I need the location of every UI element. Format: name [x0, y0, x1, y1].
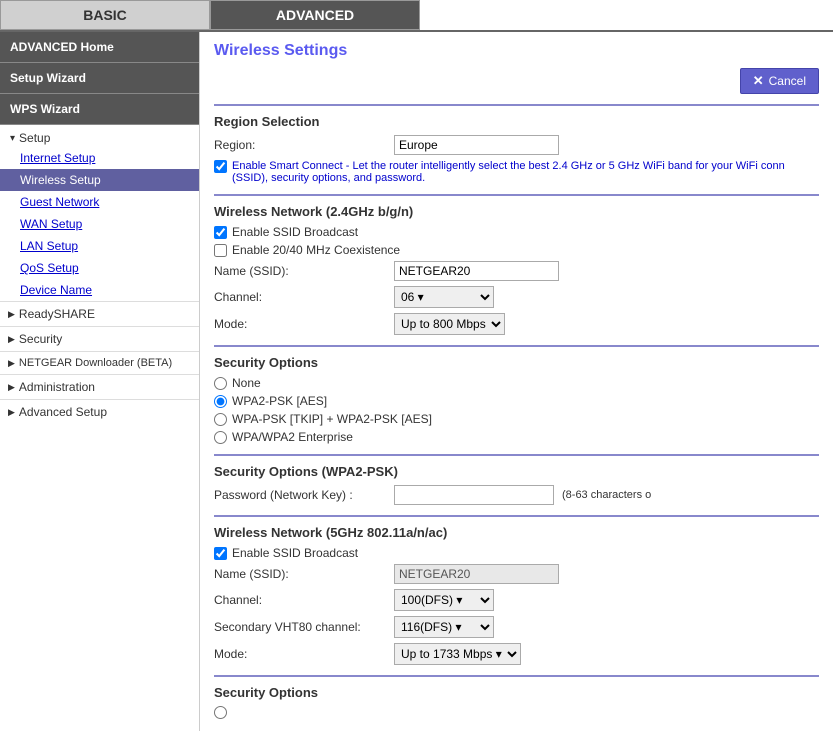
region-divider — [214, 104, 819, 106]
sidebar-setup-wizard[interactable]: Setup Wizard — [0, 63, 199, 94]
ssid-5g-row: Name (SSID): — [214, 564, 819, 584]
security-wpa-tkip-row: WPA-PSK [TKIP] + WPA2-PSK [AES] — [214, 412, 819, 426]
enable-ssid-24-label: Enable SSID Broadcast — [232, 225, 358, 239]
sidebar-group-setup[interactable]: ▾ Setup — [0, 125, 199, 147]
sidebar-group-readyshare[interactable]: ▶ ReadySHARE — [0, 301, 199, 326]
security-enterprise-row: WPA/WPA2 Enterprise — [214, 430, 819, 444]
tab-bar: BASIC ADVANCED — [0, 0, 833, 32]
content-area: Wireless Settings ✕ Cancel Region Select… — [200, 32, 833, 731]
mode-5g-label: Mode: — [214, 647, 394, 661]
security-enterprise-label: WPA/WPA2 Enterprise — [232, 430, 353, 444]
mode-24-select[interactable]: Up to 800 Mbps — [394, 313, 505, 335]
channel-24-label: Channel: — [214, 290, 394, 304]
security-none-label: None — [232, 376, 261, 390]
x-icon: ✕ — [753, 73, 764, 89]
advanced-setup-arrow-icon: ▶ — [8, 407, 15, 418]
security-wpa2-divider — [214, 454, 819, 456]
coexistence-checkbox[interactable] — [214, 244, 227, 257]
coexistence-row: Enable 20/40 MHz Coexistence — [214, 243, 819, 257]
secondary-vht80-select[interactable]: 116(DFS) ▾ — [394, 616, 494, 638]
enable-ssid-24-checkbox[interactable] — [214, 226, 227, 239]
password-hint: (8-63 characters o — [562, 489, 651, 501]
sidebar-item-lan-setup[interactable]: LAN Setup — [0, 235, 199, 257]
wireless-24-title: Wireless Network (2.4GHz b/g/n) — [214, 204, 819, 219]
security-options-title: Security Options — [214, 355, 819, 370]
security-5g-radio[interactable] — [214, 706, 227, 719]
readyshare-arrow-icon: ▶ — [8, 309, 15, 320]
sidebar-item-wan-setup[interactable]: WAN Setup — [0, 213, 199, 235]
mode-5g-row: Mode: Up to 1733 Mbps ▾ — [214, 643, 819, 665]
secondary-vht80-row: Secondary VHT80 channel: 116(DFS) ▾ — [214, 616, 819, 638]
channel-5g-select[interactable]: 100(DFS) ▾ — [394, 589, 494, 611]
sidebar-group-security[interactable]: ▶ Security — [0, 326, 199, 351]
setup-arrow-icon: ▾ — [10, 133, 15, 144]
enable-ssid-24-row: Enable SSID Broadcast — [214, 225, 819, 239]
channel-24-select[interactable]: 06 ▾ — [394, 286, 494, 308]
sidebar-item-qos-setup[interactable]: QoS Setup — [0, 257, 199, 279]
smart-connect-row: Enable Smart Connect - Let the router in… — [214, 160, 819, 184]
smart-connect-text: Enable Smart Connect - Let the router in… — [232, 160, 819, 184]
security-wpa2-label: WPA2-PSK [AES] — [232, 394, 327, 408]
coexistence-label: Enable 20/40 MHz Coexistence — [232, 243, 400, 257]
sidebar-group-advanced-setup[interactable]: ▶ Advanced Setup — [0, 399, 199, 424]
security-wpa-tkip-radio[interactable] — [214, 413, 227, 426]
sidebar-item-wireless-setup[interactable]: Wireless Setup — [0, 169, 199, 191]
region-input[interactable] — [394, 135, 559, 155]
sidebar-group-netgear-downloader[interactable]: ▶ NETGEAR Downloader (BETA) — [0, 351, 199, 374]
ssid-5g-label: Name (SSID): — [214, 567, 394, 581]
ssid-5g-input[interactable] — [394, 564, 559, 584]
wireless-5g-title: Wireless Network (5GHz 802.11a/n/ac) — [214, 525, 819, 540]
password-row: Password (Network Key) : (8-63 character… — [214, 485, 819, 505]
password-input-row: (8-63 characters o — [394, 485, 651, 505]
cancel-bar: ✕ Cancel — [214, 68, 819, 94]
mode-24-label: Mode: — [214, 317, 394, 331]
sidebar-item-guest-network[interactable]: Guest Network — [0, 191, 199, 213]
channel-24-row: Channel: 06 ▾ — [214, 286, 819, 308]
security-5g-divider — [214, 675, 819, 677]
security-options-divider — [214, 345, 819, 347]
sidebar-item-internet-setup[interactable]: Internet Setup — [0, 147, 199, 169]
administration-arrow-icon: ▶ — [8, 382, 15, 393]
security-arrow-icon: ▶ — [8, 334, 15, 345]
security-none-row: None — [214, 376, 819, 390]
region-label: Region: — [214, 138, 394, 152]
secondary-vht80-label: Secondary VHT80 channel: — [214, 620, 394, 634]
tab-advanced[interactable]: ADVANCED — [210, 0, 420, 30]
password-label: Password (Network Key) : — [214, 488, 394, 502]
security-5g-title: Security Options — [214, 685, 819, 700]
sidebar-group-administration[interactable]: ▶ Administration — [0, 374, 199, 399]
cancel-button[interactable]: ✕ Cancel — [740, 68, 819, 94]
netgear-downloader-arrow-icon: ▶ — [8, 358, 15, 369]
security-enterprise-radio[interactable] — [214, 431, 227, 444]
region-section-title: Region Selection — [214, 114, 819, 129]
sidebar-item-device-name[interactable]: Device Name — [0, 279, 199, 301]
region-row: Region: — [214, 135, 819, 155]
channel-5g-row: Channel: 100(DFS) ▾ — [214, 589, 819, 611]
main-layout: ADVANCED Home Setup Wizard WPS Wizard ▾ … — [0, 32, 833, 731]
enable-ssid-5g-row: Enable SSID Broadcast — [214, 546, 819, 560]
tab-basic[interactable]: BASIC — [0, 0, 210, 30]
smart-connect-checkbox[interactable] — [214, 160, 227, 173]
ssid-24-row: Name (SSID): — [214, 261, 819, 281]
security-5g-placeholder — [214, 706, 819, 719]
password-input[interactable] — [394, 485, 554, 505]
security-wpa2-title: Security Options (WPA2-PSK) — [214, 464, 819, 479]
enable-ssid-5g-label: Enable SSID Broadcast — [232, 546, 358, 560]
sidebar: ADVANCED Home Setup Wizard WPS Wizard ▾ … — [0, 32, 200, 731]
mode-24-row: Mode: Up to 800 Mbps — [214, 313, 819, 335]
mode-5g-select[interactable]: Up to 1733 Mbps ▾ — [394, 643, 521, 665]
channel-5g-label: Channel: — [214, 593, 394, 607]
wireless-24-divider — [214, 194, 819, 196]
sidebar-advanced-home[interactable]: ADVANCED Home — [0, 32, 199, 63]
security-wpa-tkip-label: WPA-PSK [TKIP] + WPA2-PSK [AES] — [232, 412, 432, 426]
ssid-24-label: Name (SSID): — [214, 264, 394, 278]
wireless-5g-divider — [214, 515, 819, 517]
enable-ssid-5g-checkbox[interactable] — [214, 547, 227, 560]
security-none-radio[interactable] — [214, 377, 227, 390]
security-wpa2-row: WPA2-PSK [AES] — [214, 394, 819, 408]
sidebar-wps-wizard[interactable]: WPS Wizard — [0, 94, 199, 125]
ssid-24-input[interactable] — [394, 261, 559, 281]
security-wpa2-radio[interactable] — [214, 395, 227, 408]
page-title: Wireless Settings — [214, 42, 819, 60]
